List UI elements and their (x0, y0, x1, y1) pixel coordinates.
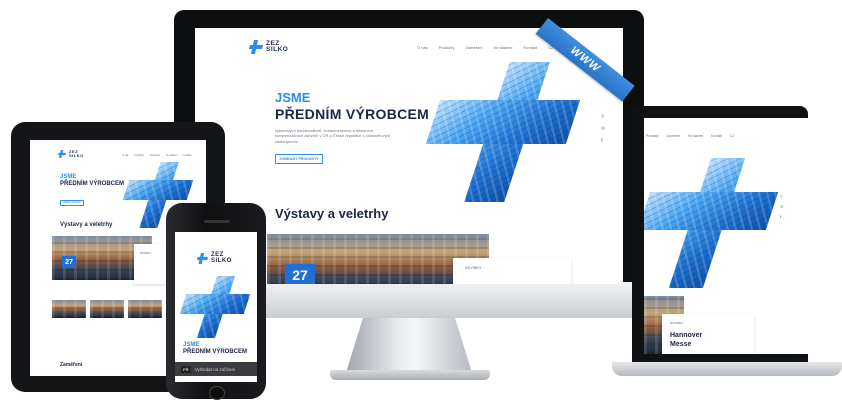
phone-speaker (204, 220, 230, 223)
tablet-logo-cross-icon (58, 150, 66, 158)
tablet-show-products-button[interactable]: ZOBRAZIT PRODUKTY (60, 200, 84, 206)
laptop-social-icons: ⚲ ✉ f (780, 194, 783, 219)
laptop-mail-icon[interactable]: ✉ (780, 204, 783, 209)
hero-title-line2: PŘEDNÍM VÝROBCEM (275, 106, 430, 122)
hero-description: výkonových kondenzátorů, kompenzačních a… (275, 128, 390, 144)
search-icon[interactable]: ⚲ (601, 114, 605, 120)
facebook-icon[interactable]: f (601, 138, 605, 144)
laptop-screen: Produkty Zaměření Ke stažení Kontakt CZ … (644, 118, 808, 354)
tablet-nav-products[interactable]: Produkty (134, 154, 143, 157)
tablet-thumb-2[interactable] (90, 300, 124, 318)
tablet-thumb-3[interactable] (128, 300, 162, 318)
tablet-logo[interactable]: ZEZ SILKO (58, 150, 84, 158)
laptop-event-card[interactable]: NOVINKY Hannover Messe (662, 314, 754, 354)
tablet-hero-line1: JSME (60, 174, 77, 180)
phone-search-value: Vyhledat na zařízení (194, 366, 236, 372)
tablet-thumb-1[interactable] (52, 300, 86, 318)
imac-stand (345, 318, 473, 376)
nav-item-contact[interactable]: Kontakt (524, 45, 538, 50)
laptop-search-icon[interactable]: ⚲ (780, 194, 783, 199)
nav-item-products[interactable]: Produkty (439, 45, 455, 50)
tablet-nav-contact[interactable]: Kontakt (183, 154, 191, 157)
laptop-nav-focus[interactable]: Zaměření (667, 134, 681, 138)
nav-item-focus[interactable]: Zaměření (465, 45, 482, 50)
phone-logo-cross-icon (197, 252, 208, 264)
section-title: Výstavy a veletrhy (275, 206, 389, 221)
phone-search-bar[interactable]: PŘ Vyhledat na zařízení (175, 362, 257, 376)
brand-logo[interactable]: ZEZ SILKO (249, 40, 288, 54)
tablet-booth-number: 27 (62, 256, 76, 268)
nav-item-about[interactable]: O nás (417, 45, 428, 50)
laptop-nav-contact[interactable]: Kontakt (711, 134, 722, 138)
show-products-button[interactable]: ZOBRAZIT PRODUKTY (275, 154, 323, 164)
laptop-event-title-2: Messe (670, 341, 692, 348)
laptop-base (612, 362, 842, 376)
phone-screen: ZEZ SILKO JSME PŘEDNÍM VÝROBCEM PŘ Vyhled… (175, 232, 257, 382)
hero-cross-graphic (425, 62, 583, 202)
brand-line2: SILKO (266, 46, 289, 53)
social-icons: ⚲ ✉ f (601, 114, 605, 144)
nav-item-downloads[interactable]: Ke stažení (494, 45, 513, 50)
hero-title-line1: JSME (275, 90, 311, 105)
phone-home-button[interactable] (209, 386, 225, 400)
phone-cross-graphic (179, 276, 251, 338)
tablet-nav-focus[interactable]: Zaměření (150, 154, 160, 157)
tablet-news-label: NOVINKY (140, 252, 152, 255)
laptop-cross-graphic (644, 158, 779, 288)
mail-icon[interactable]: ✉ (601, 126, 605, 132)
phone-search-prefix: PŘ (181, 365, 191, 373)
laptop-nav: Produkty Zaměření Ke stažení Kontakt CZ (646, 134, 734, 138)
imac-foot (330, 370, 490, 380)
phone-hero-line2: PŘEDNÍM VÝROBCEM (183, 349, 248, 355)
laptop-nav-downloads[interactable]: Ke stažení (688, 134, 703, 138)
tablet-nav-about[interactable]: O nás (122, 154, 128, 157)
tablet-nav: O nás Produkty Zaměření Ke stažení Konta… (122, 154, 191, 157)
phone-logo[interactable]: ZEZ SILKO (197, 252, 232, 264)
tablet-brand-line2: SILKO (69, 153, 84, 158)
tablet-focus-heading: Zaměření (60, 362, 83, 368)
laptop-event-title: Hannover (670, 332, 703, 339)
phone-brand-line2: SILKO (211, 258, 232, 264)
news-card[interactable]: NOVINKY (453, 258, 571, 284)
laptop-event-label: NOVINKY (670, 321, 684, 325)
laptop-nav-language[interactable]: CZ (730, 134, 734, 138)
logo-cross-icon (249, 40, 263, 54)
tablet-section-title: Výstavy a veletrhy (60, 222, 113, 228)
tablet-hero-line2: PŘEDNÍM VÝROBCEM (60, 181, 125, 187)
laptop-nav-products[interactable]: Produkty (646, 134, 659, 138)
news-card-label: NOVINKY (465, 266, 482, 270)
main-nav: O nás Produkty Zaměření Ke stažení Konta… (417, 45, 553, 50)
booth-number: 27 (285, 264, 315, 284)
laptop-facebook-icon[interactable]: f (780, 214, 783, 219)
phone-hero-line1: JSME (183, 342, 200, 348)
tablet-nav-downloads[interactable]: Ke stažení (166, 154, 177, 157)
